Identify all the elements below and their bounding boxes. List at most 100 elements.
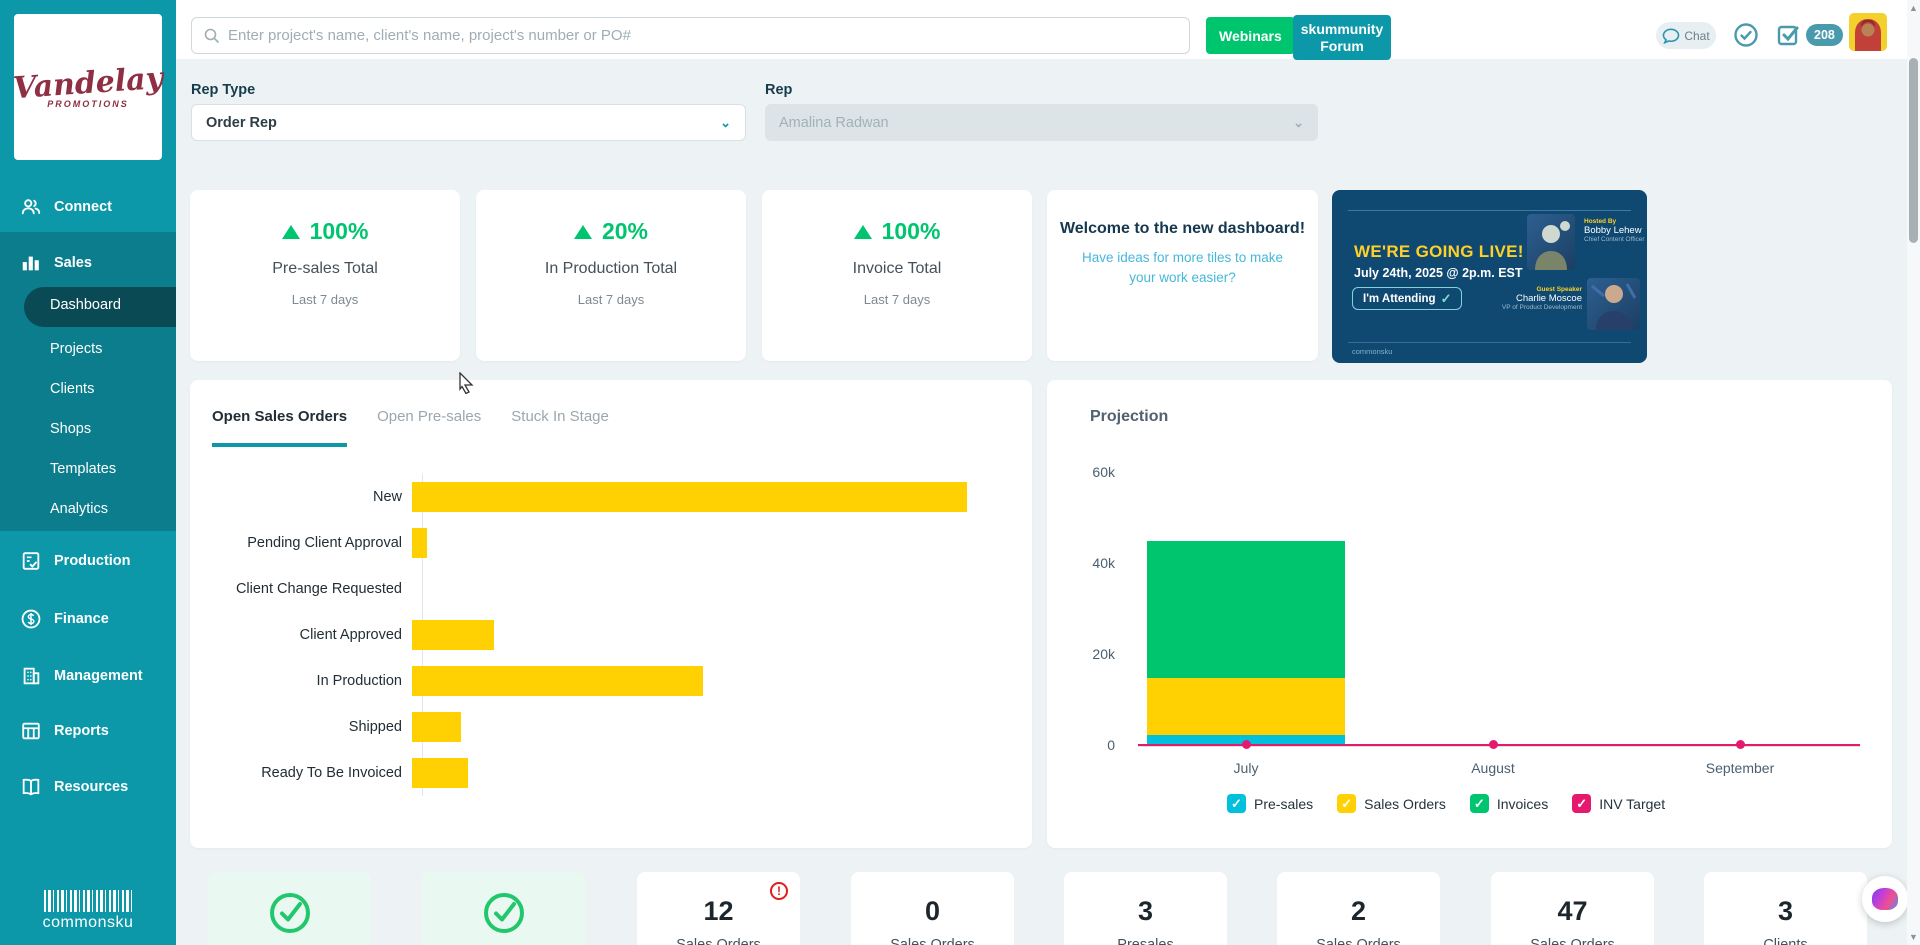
guest-caption: Guest Speaker Charlie Moscoe VP of Produ… [1452,286,1582,311]
open-sales-orders-panel: Open Sales Orders Open Pre-sales Stuck In … [190,380,1032,848]
sidebar-item-clients[interactable]: Clients [50,381,94,397]
stat-value: 2 [1277,896,1440,927]
people-icon [20,196,42,218]
sales-panel-tabs: Open Sales Orders Open Pre-sales Stuck In … [212,408,609,447]
sidebar-item-projects[interactable]: Projects [50,341,102,357]
tab-stuck-in-stage[interactable]: Stuck In Stage [511,408,609,447]
tab-open-sales-orders[interactable]: Open Sales Orders [212,408,347,447]
webinars-button[interactable]: Webinars [1206,17,1295,54]
webinar-banner[interactable]: WE'RE GOING LIVE! July 24th, 2025 @ 2p.m… [1332,190,1647,363]
commonsku-logo: commonsku [0,890,176,932]
kpi-card-invoice-total: 100%Invoice TotalLast 7 days [762,190,1032,361]
up-triangle-icon [574,225,592,239]
kpi-delta: 20% [476,218,746,245]
bar-chart-icon [20,252,42,274]
legend-item-inv-target[interactable]: ✓INV Target [1572,794,1665,813]
scroll-down-arrow[interactable]: ▼ [1908,932,1919,942]
sidebar-item-reports[interactable]: Reports [0,714,176,748]
chat-button[interactable]: Chat [1656,22,1716,49]
legend-item-pre-sales[interactable]: ✓Pre-sales [1227,794,1313,813]
sidebar-item-analytics[interactable]: Analytics [50,501,108,517]
legend-item-sales-orders[interactable]: ✓Sales Orders [1337,794,1446,813]
x-axis-label-july: July [1234,760,1259,776]
up-triangle-icon [854,225,872,239]
stat-card-clients[interactable]: 3Clients [1704,872,1867,945]
kpi-subtitle: Last 7 days [190,292,460,307]
status-check-card[interactable] [208,872,371,945]
sidebar-item-production[interactable]: Production [0,544,176,578]
legend-checkbox[interactable]: ✓ [1227,794,1246,813]
kpi-delta: 100% [190,218,460,245]
stat-value: 12 [637,896,800,927]
tasks-check-icon[interactable] [1776,22,1802,48]
stacked-bar-july[interactable] [1147,541,1345,746]
stat-label: Sales Orders [851,937,1014,945]
scroll-up-arrow[interactable]: ▲ [1908,3,1919,13]
bar[interactable] [412,482,967,512]
sidebar: Vandelay PROMOTIONS Connect Sales Producti… [0,0,176,945]
stat-card-presales[interactable]: 3Presales [1064,872,1227,945]
stat-card-sales-orders[interactable]: 47Sales Orders [1491,872,1654,945]
inv-target-point-september[interactable] [1736,740,1745,749]
bar-row-in-production: In Production [190,658,1032,704]
banner-divider [1348,342,1631,343]
bar-row-pending-client-approval: Pending Client Approval [190,520,1032,566]
sidebar-item-management[interactable]: Management [0,659,176,693]
host-caption: Hosted By Bobby Lehew Chief Content Offi… [1584,218,1645,243]
bar[interactable] [412,528,427,558]
rep-dropdown[interactable]: Amalina Radwan ⌄ [765,104,1318,141]
status-check-card[interactable] [422,872,585,945]
legend-checkbox[interactable]: ✓ [1572,794,1591,813]
segment-sales-orders [1147,678,1345,735]
stat-card-sales-orders[interactable]: 2Sales Orders [1277,872,1440,945]
projection-title: Projection [1090,408,1168,426]
company-logo[interactable]: Vandelay PROMOTIONS [14,14,162,160]
scrollbar-thumb[interactable] [1909,58,1918,243]
im-attending-button[interactable]: I'm Attending✓ [1352,287,1462,310]
host-photo [1527,214,1575,270]
legend-item-invoices[interactable]: ✓Invoices [1470,794,1548,813]
up-triangle-icon [282,225,300,239]
sidebar-item-connect[interactable]: Connect [0,190,176,224]
ai-assistant-button[interactable] [1862,876,1908,922]
top-bar: Webinars skummunity Forum Chat 208 [176,0,1908,59]
segment-invoices [1147,541,1345,678]
bar-label: Client Approved [190,627,412,643]
bar[interactable] [412,712,461,742]
global-search[interactable] [191,17,1190,54]
sidebar-item-dashboard[interactable]: Dashboard [24,287,176,327]
sidebar-item-shops[interactable]: Shops [50,421,91,437]
skummunity-forum-button[interactable]: skummunity Forum [1293,15,1391,60]
sidebar-item-sales[interactable]: Sales [0,246,176,280]
notification-count-badge[interactable]: 208 [1806,24,1843,46]
feedback-link[interactable]: Have ideas for more tiles to make your w… [1069,248,1296,287]
stat-card-sales-orders[interactable]: 0 Sales Orders [851,872,1014,945]
tab-open-pre-sales[interactable]: Open Pre-sales [377,408,481,447]
sidebar-item-finance[interactable]: Finance [0,602,176,636]
banner-headline: WE'RE GOING LIVE! [1354,242,1524,262]
bar[interactable] [412,758,468,788]
legend-checkbox[interactable]: ✓ [1337,794,1356,813]
x-axis-label-august: August [1471,760,1515,776]
sidebar-item-templates[interactable]: Templates [50,461,116,477]
stat-card-sales-orders[interactable]: !12Sales Orders [637,872,800,945]
legend-checkbox[interactable]: ✓ [1470,794,1489,813]
kpi-subtitle: Last 7 days [762,292,1032,307]
inv-target-point-july[interactable] [1242,740,1251,749]
banner-datetime: July 24th, 2025 @ 2p.m. EST [1354,266,1523,280]
inv-target-point-august[interactable] [1489,740,1498,749]
rep-label: Rep [765,82,792,98]
rep-type-dropdown[interactable]: Order Rep ⌄ [191,104,746,141]
bar[interactable] [412,620,494,650]
sidebar-item-resources[interactable]: Resources [0,770,176,804]
stat-label: Sales Orders [1491,937,1654,945]
stat-value: 0 [851,896,1014,927]
stat-label: Clients [1704,937,1867,945]
search-input[interactable] [228,27,1189,44]
stat-value: 3 [1064,896,1227,927]
alert-icon: ! [770,882,788,900]
bar[interactable] [412,666,703,696]
user-avatar[interactable] [1849,13,1887,51]
vertical-scrollbar[interactable]: ▲ ▼ [1907,0,1920,945]
clock-check-icon[interactable] [1733,22,1759,48]
